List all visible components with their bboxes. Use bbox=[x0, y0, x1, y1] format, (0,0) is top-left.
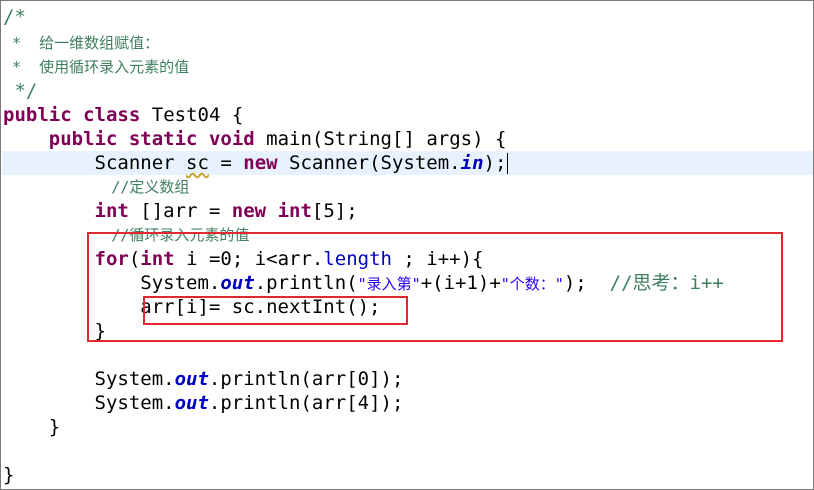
comment-line[interactable]: * 使用循环录入元素的值 bbox=[3, 55, 189, 79]
static-field: in bbox=[460, 152, 484, 174]
keyword: public bbox=[48, 128, 118, 150]
code-text: } bbox=[48, 416, 61, 438]
code-text: .println(arr[4]); bbox=[208, 392, 404, 414]
code-text: [5]; bbox=[311, 200, 358, 222]
code-text: []arr = bbox=[128, 200, 232, 222]
code-text: } bbox=[3, 464, 15, 486]
code-line-method-end[interactable]: } bbox=[3, 415, 60, 439]
code-text: ); bbox=[483, 152, 507, 174]
code-line-class-end[interactable]: } bbox=[3, 463, 14, 487]
keyword: void bbox=[208, 128, 255, 150]
code-line-print-last[interactable]: System.out.println(arr[4]); bbox=[3, 391, 404, 415]
class-name: Test04 { bbox=[151, 104, 244, 126]
code-line-scanner[interactable]: Scanner sc = new Scanner(System.in); bbox=[3, 151, 509, 175]
code-text: .println(arr[0]); bbox=[208, 368, 404, 390]
text-caret bbox=[507, 153, 509, 174]
static-field: out bbox=[174, 368, 209, 390]
keyword: int bbox=[277, 200, 312, 222]
code-text: Scanner(System. bbox=[277, 152, 461, 174]
comment-line[interactable]: */ bbox=[3, 79, 37, 103]
method-signature: main(String[] args) { bbox=[266, 128, 507, 150]
type-name: Scanner bbox=[94, 152, 175, 174]
static-field: out bbox=[174, 392, 209, 414]
assignment-annotation-box bbox=[143, 296, 408, 325]
loop-annotation-box bbox=[87, 232, 783, 342]
code-line-array-declaration[interactable]: int []arr = new int[5]; bbox=[3, 199, 358, 223]
comment-text: //定义数组 bbox=[111, 178, 190, 196]
comment-line[interactable]: //定义数组 bbox=[3, 175, 189, 199]
comment-line[interactable]: /* bbox=[3, 5, 26, 29]
code-line-print-first[interactable]: System.out.println(arr[0]); bbox=[3, 367, 404, 391]
keyword: static bbox=[128, 128, 198, 150]
keyword: public bbox=[3, 104, 72, 126]
code-text: = bbox=[208, 152, 244, 174]
warning-variable: sc bbox=[186, 152, 209, 174]
keyword: int bbox=[94, 200, 129, 222]
code-text: System. bbox=[94, 368, 175, 390]
code-editor[interactable]: /* * 给一维数组赋值： * 使用循环录入元素的值 */ public cla… bbox=[0, 0, 814, 490]
code-line-main-method[interactable]: public static void main(String[] args) { bbox=[3, 127, 507, 151]
code-text: System. bbox=[94, 392, 175, 414]
comment-line[interactable]: * 给一维数组赋值： bbox=[3, 31, 159, 55]
code-line-class-declaration[interactable]: public class Test04 { bbox=[3, 103, 243, 127]
keyword: class bbox=[83, 104, 141, 126]
keyword: new bbox=[231, 200, 267, 222]
keyword: new bbox=[243, 152, 278, 174]
